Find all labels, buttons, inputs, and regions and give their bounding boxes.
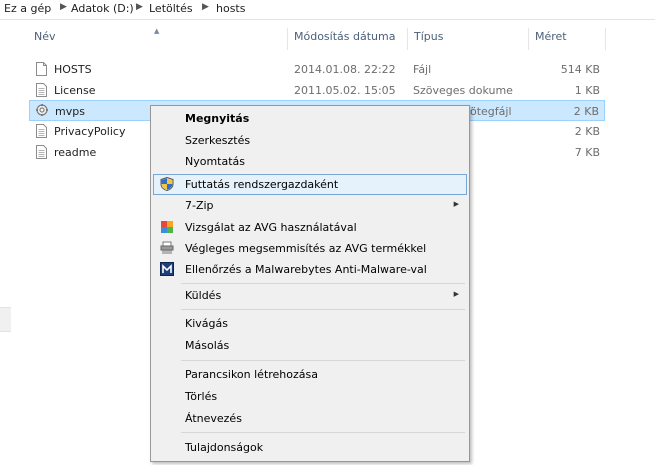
menu-item-label: Futtatás rendszergazdaként [185, 178, 339, 191]
menu-item-label: Megnyitás [185, 112, 250, 125]
menu-item-print[interactable]: Nyomtatás [153, 151, 467, 172]
file-name: HOSTS [54, 63, 92, 76]
navigation-pane-edge [0, 20, 12, 465]
file-size: 514 KB [560, 63, 600, 76]
file-name: readme [54, 146, 97, 159]
text-file-icon [36, 83, 47, 97]
breadcrumb-item-drive[interactable]: Adatok (D:) [71, 2, 134, 15]
menu-item-run-as-admin[interactable]: Futtatás rendszergazdaként [153, 174, 467, 195]
column-header-name[interactable]: Név [34, 30, 56, 54]
menu-item-label: Parancsikon létrehozása [185, 368, 318, 381]
file-size: 2 KB [574, 125, 600, 138]
menu-item-label: Másolás [185, 339, 230, 352]
column-header-size[interactable]: Méret [535, 30, 567, 54]
file-date: 2011.05.02. 15:05 [294, 84, 396, 97]
menu-separator [181, 309, 465, 310]
uac-shield-icon [160, 177, 174, 191]
column-divider[interactable] [528, 28, 529, 50]
column-header-date[interactable]: Módosítás dátuma [294, 30, 395, 54]
menu-item-properties[interactable]: Tulajdonságok [153, 437, 467, 458]
file-row[interactable]: License 2011.05.02. 15:05 Szöveges dokum… [29, 80, 605, 101]
menu-item-label: Kivágás [185, 317, 228, 330]
text-file-icon [36, 145, 47, 159]
menu-item-label: Küldés [185, 289, 222, 302]
file-type: ötegfájl [470, 105, 512, 118]
column-divider[interactable] [407, 28, 408, 50]
breadcrumb-separator-icon[interactable]: ▶ [202, 2, 209, 12]
menu-item-avg-shred[interactable]: Végleges megsemmisítés az AVG termékkel [153, 238, 467, 259]
submenu-arrow-icon: ▶ [453, 290, 459, 298]
menu-item-label: Szerkesztés [185, 134, 251, 147]
menu-item-label: Tulajdonságok [185, 441, 264, 454]
menu-item-label: Átnevezés [185, 412, 242, 425]
file-row[interactable]: HOSTS 2014.01.08. 22:22 Fájl 514 KB [29, 59, 605, 80]
file-type: Szöveges dokume... [413, 84, 513, 97]
menu-item-rename[interactable]: Átnevezés [153, 408, 467, 429]
breadcrumb: Ez a gép ▶ Adatok (D:) ▶ Letöltés ▶ host… [0, 0, 655, 20]
menu-item-edit[interactable]: Szerkesztés [153, 130, 467, 151]
menu-item-open[interactable]: Megnyitás [153, 108, 467, 129]
menu-separator [181, 283, 465, 284]
menu-item-7zip[interactable]: 7-Zip ▶ [153, 195, 467, 216]
menu-separator [181, 360, 465, 361]
menu-item-cut[interactable]: Kivágás [153, 313, 467, 334]
menu-separator [181, 432, 465, 433]
file-icon [36, 62, 47, 76]
menu-item-create-shortcut[interactable]: Parancsikon létrehozása [153, 364, 467, 385]
malwarebytes-icon [160, 262, 174, 276]
navigation-pane-item[interactable] [0, 307, 11, 332]
file-name: License [54, 84, 96, 97]
file-date: 2014.01.08. 22:22 [294, 63, 396, 76]
avg-icon [161, 221, 173, 233]
menu-item-label: Törlés [185, 390, 218, 403]
text-file-icon [36, 124, 47, 138]
shredder-icon [160, 241, 174, 254]
batch-file-icon [36, 104, 48, 116]
column-header-type[interactable]: Típus [414, 30, 443, 54]
menu-item-label: Nyomtatás [185, 155, 246, 168]
sort-ascending-icon: ▲ [154, 27, 160, 35]
file-size: 7 KB [574, 146, 600, 159]
breadcrumb-item-hosts[interactable]: hosts [216, 2, 245, 15]
menu-item-label: Ellenőrzés a Malwarebytes Anti-Malware-v… [185, 263, 427, 276]
file-name: mvps [55, 105, 85, 118]
menu-item-label: Vizsgálat az AVG használatával [185, 221, 357, 234]
menu-item-avg-scan[interactable]: Vizsgálat az AVG használatával [153, 217, 467, 238]
column-divider[interactable] [605, 28, 606, 50]
file-name: PrivacyPolicy [54, 125, 126, 138]
breadcrumb-separator-icon[interactable]: ▶ [136, 2, 143, 12]
menu-item-delete[interactable]: Törlés [153, 386, 467, 407]
menu-item-send-to[interactable]: Küldés ▶ [153, 285, 467, 306]
breadcrumb-separator-icon[interactable]: ▶ [60, 2, 67, 12]
file-type: Fájl [413, 63, 432, 76]
file-size: 2 KB [573, 105, 599, 118]
breadcrumb-item-downloads[interactable]: Letöltés [149, 2, 193, 15]
breadcrumb-item-this-pc[interactable]: Ez a gép [4, 2, 51, 15]
submenu-arrow-icon: ▶ [453, 200, 459, 208]
column-divider[interactable] [287, 28, 288, 50]
file-size: 1 KB [574, 84, 600, 97]
context-menu: Megnyitás Szerkesztés Nyomtatás Futtatás… [150, 105, 470, 462]
menu-item-copy[interactable]: Másolás [153, 335, 467, 356]
menu-item-malwarebytes[interactable]: Ellenőrzés a Malwarebytes Anti-Malware-v… [153, 259, 467, 280]
menu-item-label: 7-Zip [185, 199, 214, 212]
menu-item-label: Végleges megsemmisítés az AVG termékkel [185, 242, 427, 255]
